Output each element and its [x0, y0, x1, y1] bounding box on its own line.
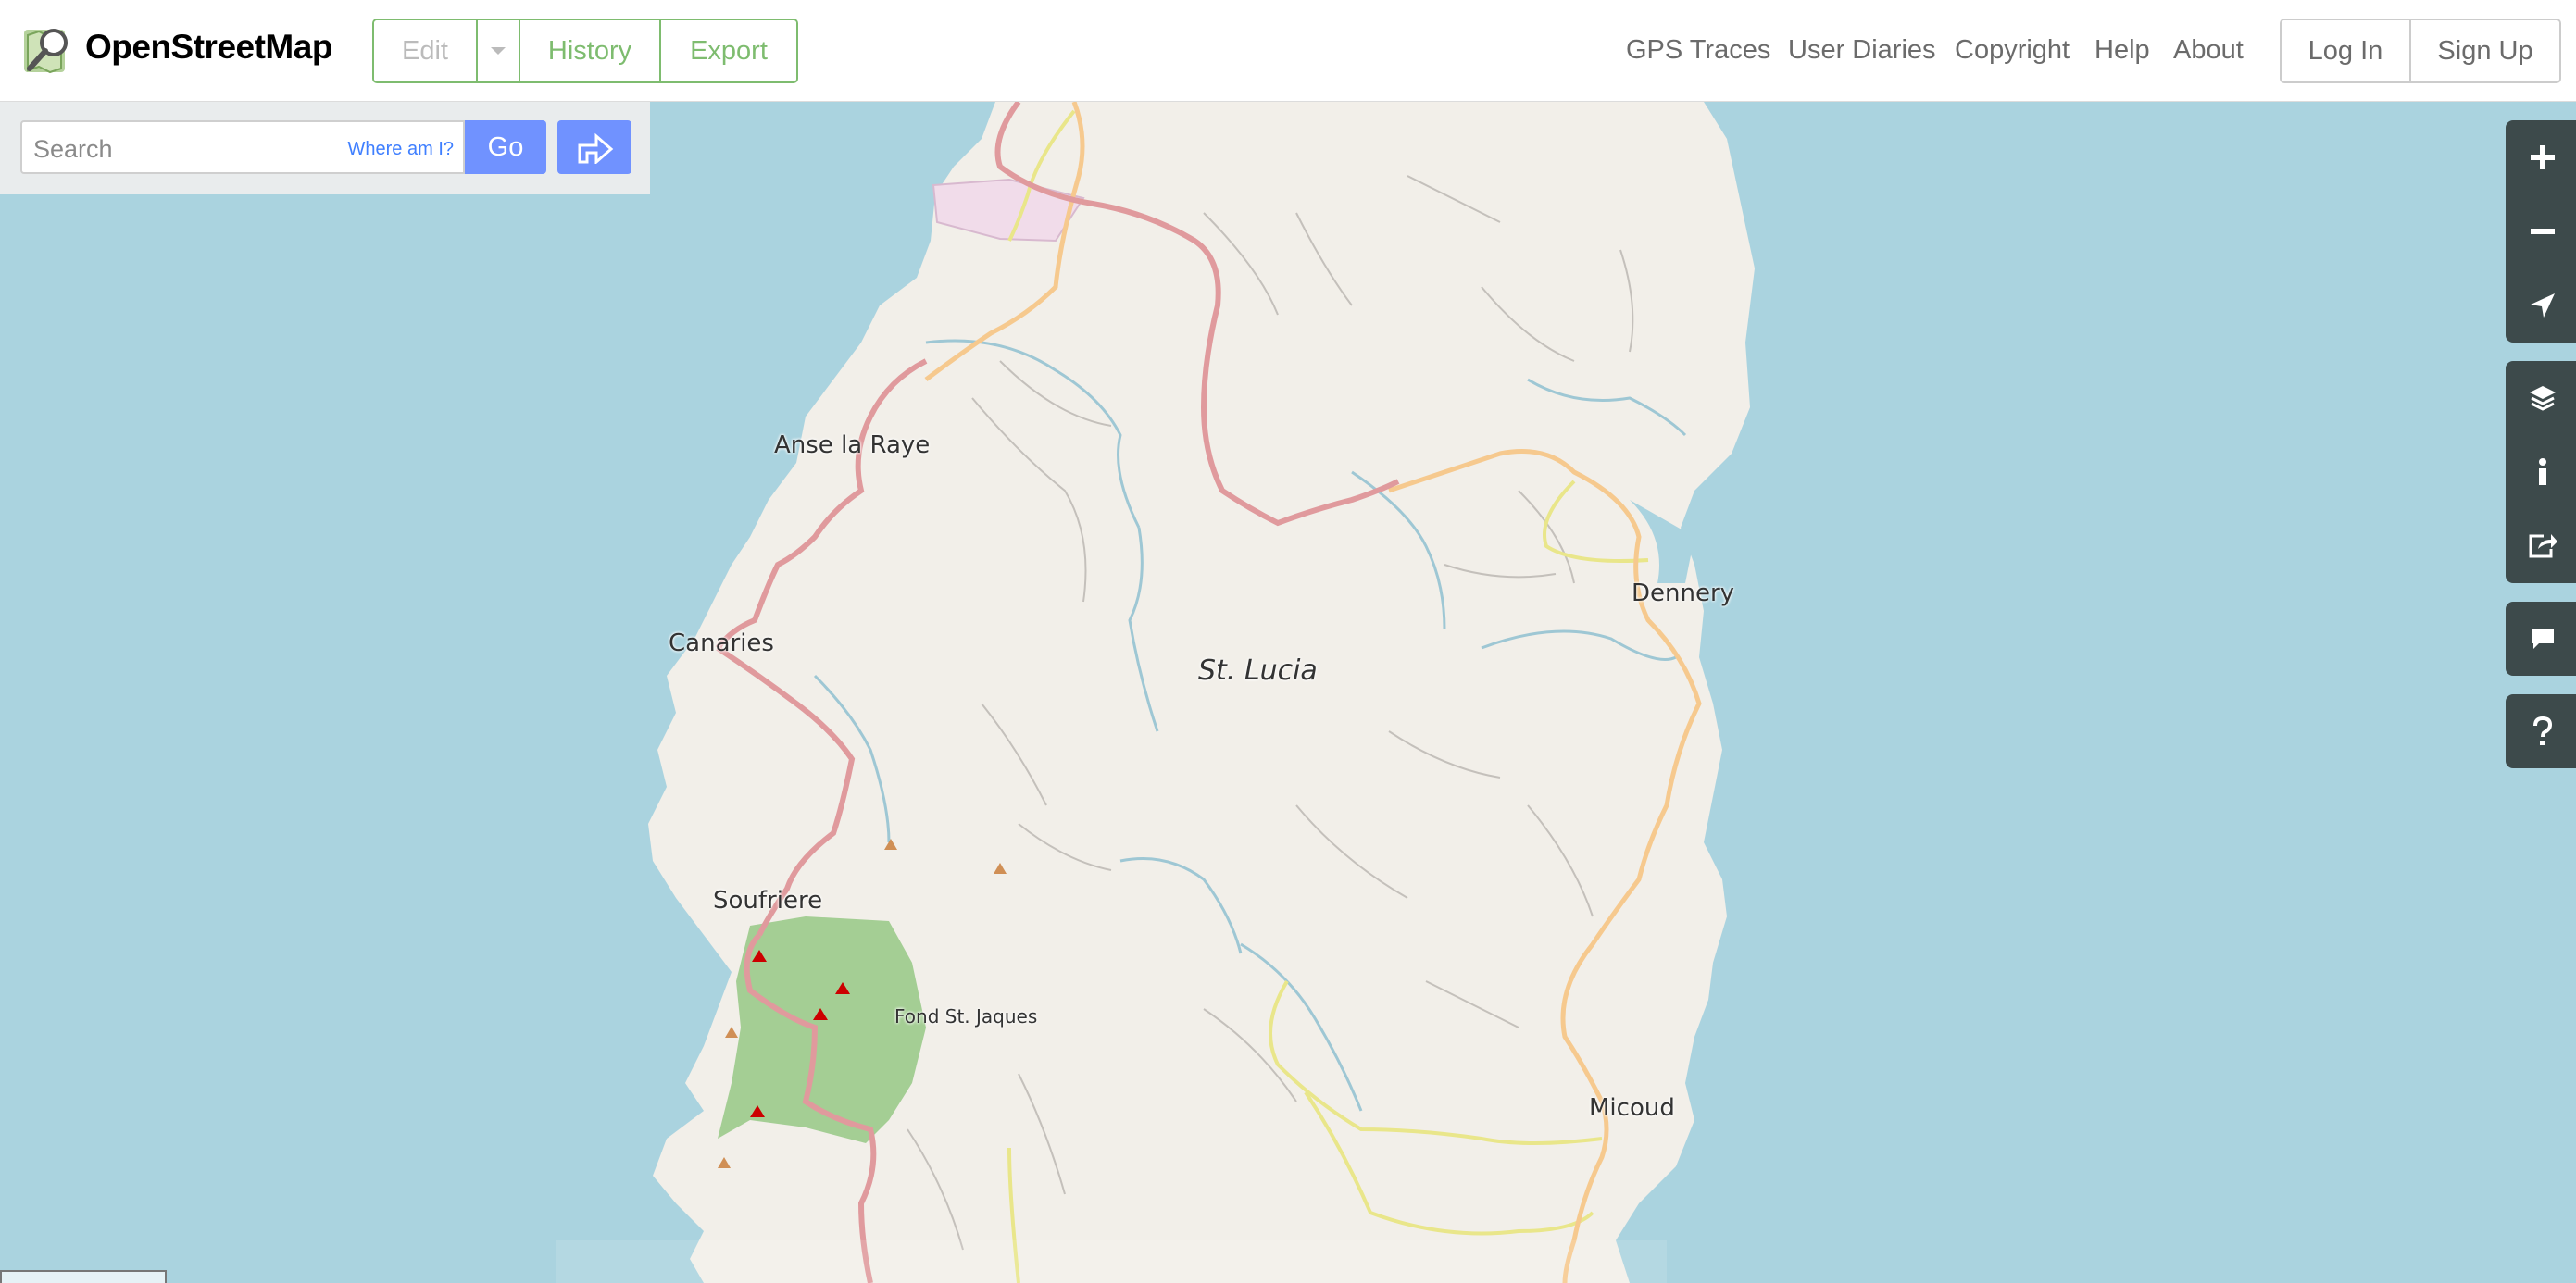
chevron-down-icon: [491, 47, 506, 55]
locate-button[interactable]: [2506, 268, 2576, 343]
search-input[interactable]: Search Where am I?: [20, 120, 465, 174]
zoom-out-button[interactable]: [2506, 194, 2576, 268]
place-label-dennery: Dennery: [1632, 579, 1735, 607]
nav-about[interactable]: About: [2173, 35, 2244, 66]
edit-dropdown-button[interactable]: [478, 20, 520, 81]
layers-button[interactable]: [2506, 361, 2576, 435]
signup-button[interactable]: Sign Up: [2411, 20, 2559, 81]
auth-buttons: Log In Sign Up: [2280, 19, 2561, 83]
place-label-canaries: Canaries: [669, 629, 774, 657]
share-icon: [2529, 534, 2557, 558]
place-label-fond-st-jaques: Fond St. Jaques: [894, 1005, 1038, 1028]
nav-gps-traces[interactable]: GPS Traces: [1626, 35, 1770, 66]
go-button[interactable]: Go: [465, 120, 546, 174]
info-icon: [2539, 458, 2546, 485]
map-key-button[interactable]: [2506, 435, 2576, 509]
share-button[interactable]: [2506, 509, 2576, 583]
map-canvas[interactable]: Anse la Raye Canaries Dennery St. Lucia …: [0, 102, 2576, 1283]
nav-help[interactable]: Help: [2095, 35, 2150, 66]
zoom-controls: [2506, 120, 2576, 343]
zoom-in-button[interactable]: [2506, 120, 2576, 194]
scale-bar: [0, 1270, 167, 1283]
help-icon: [2533, 716, 2553, 745]
zoom-out-icon: [2531, 229, 2555, 234]
map-tiles: [0, 102, 2576, 1283]
top-header: OpenStreetMap Edit History Export GPS Tr…: [0, 0, 2576, 102]
note-icon: [2532, 629, 2554, 649]
search-placeholder: Search: [33, 135, 113, 163]
nav-copyright[interactable]: Copyright: [1955, 35, 2070, 66]
directions-icon: [578, 132, 614, 164]
map-tools: [2506, 361, 2576, 583]
help-control: [2506, 694, 2576, 768]
place-label-micoud: Micoud: [1589, 1094, 1675, 1122]
add-note-button[interactable]: [2506, 602, 2576, 676]
zoom-in-icon: [2531, 145, 2555, 169]
export-button[interactable]: Export: [661, 20, 796, 81]
edit-toolbar: Edit History Export: [372, 19, 798, 83]
login-button[interactable]: Log In: [2282, 20, 2411, 81]
nav-user-diaries[interactable]: User Diaries: [1788, 35, 1936, 66]
where-am-i-link[interactable]: Where am I?: [348, 139, 454, 160]
osm-logo-icon[interactable]: [20, 22, 76, 78]
locate-icon: [2531, 293, 2555, 318]
note-control: [2506, 602, 2576, 676]
edit-button[interactable]: Edit: [374, 20, 478, 81]
search-panel: Search Where am I? Go: [0, 102, 650, 194]
place-label-soufriere: Soufriere: [713, 887, 823, 915]
layers-icon: [2530, 386, 2556, 411]
place-label-anse-la-raye: Anse la Raye: [774, 431, 931, 459]
island-label: St. Lucia: [1198, 654, 1318, 687]
history-button[interactable]: History: [520, 20, 661, 81]
brand-name[interactable]: OpenStreetMap: [85, 28, 332, 67]
query-button[interactable]: [2506, 694, 2576, 768]
directions-button[interactable]: [557, 120, 631, 174]
